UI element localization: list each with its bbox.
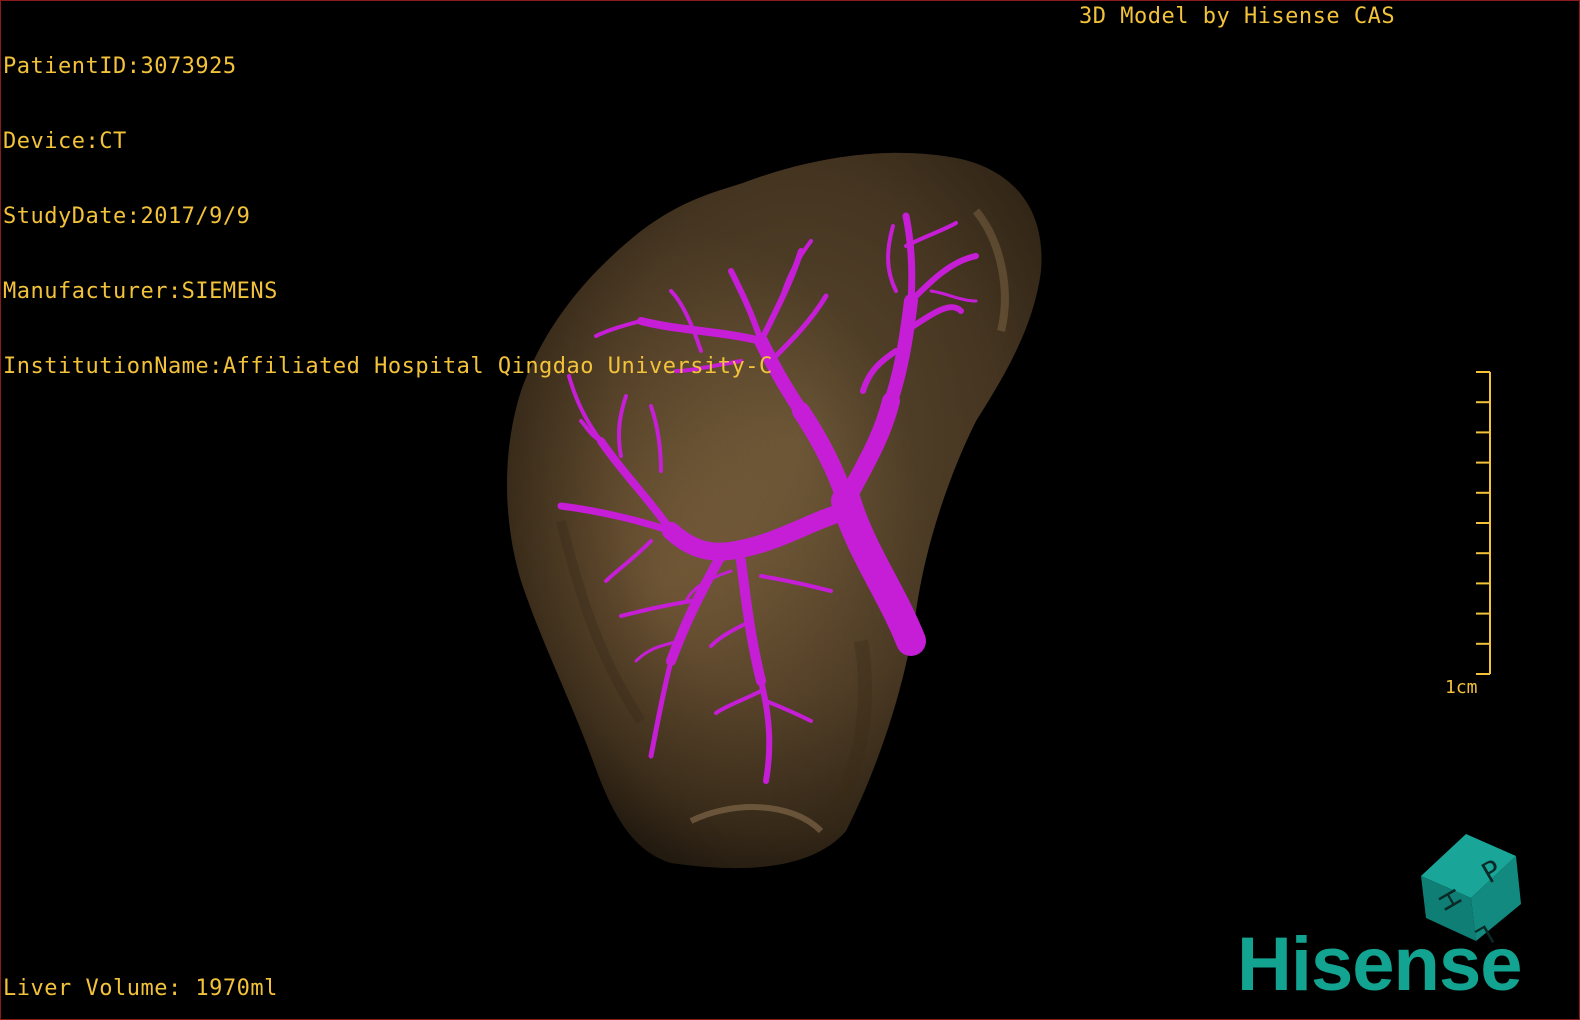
- institution-name: InstitutionName:Affiliated Hospital Qing…: [3, 354, 773, 379]
- patient-info-overlay: PatientID:3073925 Device:CT StudyDate:20…: [3, 4, 773, 429]
- device: Device:CT: [3, 129, 127, 154]
- study-date: StudyDate:2017/9/9: [3, 204, 251, 229]
- patient-id: PatientID:3073925: [3, 54, 237, 79]
- model-credit: 3D Model by Hisense CAS: [1079, 4, 1396, 29]
- 3d-render-viewport[interactable]: P L H PatientID:3073925 Device:CT StudyD…: [0, 0, 1580, 1020]
- liver-volume: Liver Volume: 1970ml: [3, 976, 278, 1001]
- scale-bar: [1476, 371, 1491, 675]
- hisense-logo: Hisense: [1237, 922, 1522, 1007]
- scale-bar-label: 1cm: [1445, 677, 1478, 698]
- manufacturer: Manufacturer:SIEMENS: [3, 279, 278, 304]
